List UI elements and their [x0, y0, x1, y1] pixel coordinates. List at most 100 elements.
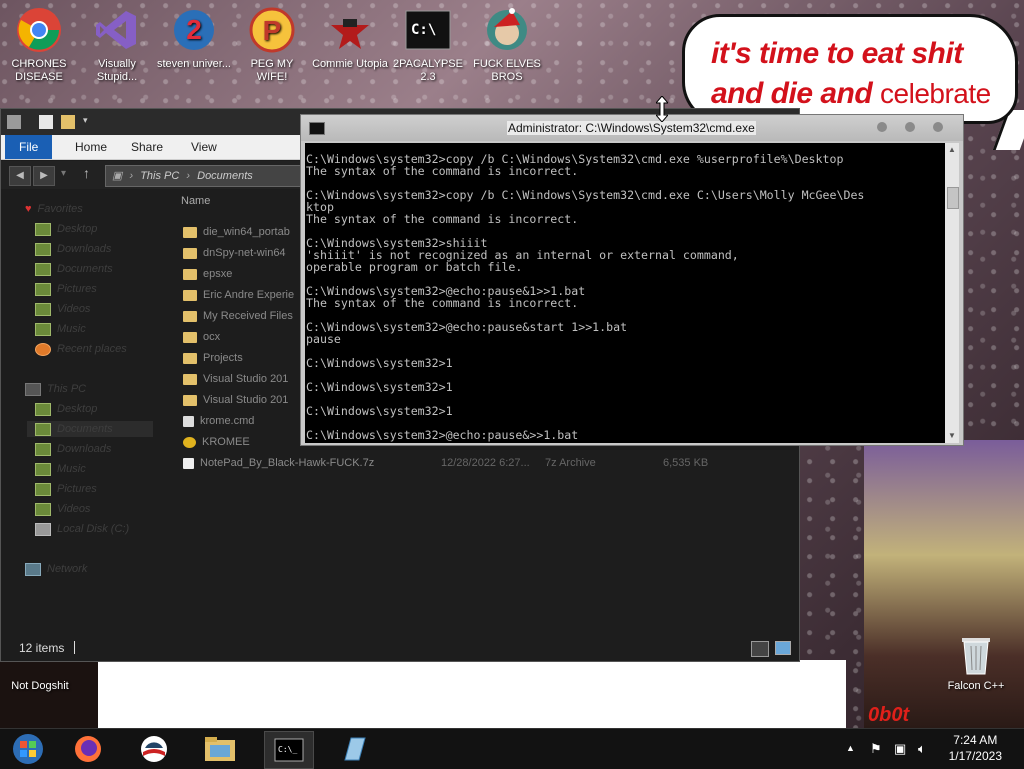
action-center-flag-icon[interactable]: ⚑	[870, 741, 882, 757]
desktop-icon-visual-studio[interactable]: Visually Stupid...	[79, 6, 155, 84]
recent-locations-icon[interactable]: ▾	[61, 168, 66, 179]
list-item[interactable]: Projects	[183, 349, 243, 367]
nav-network[interactable]: Network	[25, 561, 87, 577]
cmd-window[interactable]: Administrator: C:\Windows\System32\cmd.e…	[300, 114, 964, 446]
nav-fav-recent[interactable]: Recent places	[35, 341, 127, 357]
list-item[interactable]: epsxe	[183, 265, 232, 283]
forward-icon[interactable]: ▶	[33, 166, 55, 186]
volume-icon[interactable]: 🔈︎	[918, 741, 926, 757]
desktop-icon-commie[interactable]: Commie Utopia	[312, 6, 388, 71]
clock-date: 1/17/2023	[948, 749, 1002, 763]
close-button[interactable]	[933, 122, 943, 132]
documents-icon	[35, 262, 51, 276]
file-name: dnSpy-net-win64	[203, 247, 286, 259]
taskbar-obama[interactable]	[130, 731, 178, 767]
back-icon[interactable]: ◀	[9, 166, 31, 186]
nav-pc-local-disk[interactable]: Local Disk (C:)	[35, 521, 129, 537]
folder-icon	[183, 226, 197, 238]
navigation-pane: ♥ Favorites Desktop Downloads Documents P…	[1, 191, 171, 631]
list-item[interactable]: Eric Andre Experie	[183, 286, 294, 304]
desktop-icon-steven[interactable]: 2 steven univer...	[156, 6, 232, 71]
cmd-console[interactable]: C:\Windows\system32>copy /b C:\Windows\S…	[305, 143, 945, 443]
nav-pc-music[interactable]: Music	[35, 461, 86, 477]
list-item[interactable]: die_win64_portab	[183, 223, 290, 241]
list-item[interactable]: Visual Studio 201	[183, 391, 288, 409]
heart-icon: ♥	[25, 203, 32, 215]
resize-cursor-icon	[654, 95, 670, 123]
desktop-icon-falcon[interactable]: Falcon C++	[936, 632, 1016, 693]
nav-fav-music[interactable]: Music	[35, 321, 86, 337]
list-item[interactable]: ocx	[183, 328, 220, 346]
nav-this-pc[interactable]: This PC	[25, 381, 86, 397]
start-button[interactable]	[4, 731, 52, 767]
clock[interactable]: 7:24 AM 1/17/2023	[949, 732, 1002, 764]
maximize-button[interactable]	[905, 122, 915, 132]
desktop-icon-fuck-elves[interactable]: FUCK ELVES BROS	[469, 6, 545, 84]
file-name: epsxe	[203, 268, 233, 280]
tab-share[interactable]: Share	[117, 135, 177, 159]
cmd-scrollbar[interactable]: ▲ ▼	[945, 143, 959, 443]
desktop-icon-chrones[interactable]: CHRONES DISEASE	[1, 6, 77, 84]
up-arrow-icon[interactable]: ↑	[83, 165, 90, 181]
new-folder-icon[interactable]	[61, 115, 75, 129]
nav-pc-pictures[interactable]: Pictures	[35, 481, 97, 497]
list-item[interactable]: NotePad_By_Black-Hawk-FUCK.7z	[183, 454, 374, 472]
cmd-output: C:\Windows\system32>copy /b C:\Windows\S…	[306, 152, 865, 442]
folder-icon	[183, 247, 197, 259]
nav-label: Downloads	[57, 443, 112, 455]
nav-favorites[interactable]: ♥ Favorites	[25, 201, 83, 217]
desktop-icon-peg[interactable]: P PEG MY WIFE!	[234, 6, 310, 84]
address-bar[interactable]: ▣ › This PC › Documents	[105, 165, 307, 187]
nav-label: Downloads	[57, 243, 112, 255]
taskbar-firefox[interactable]	[64, 731, 112, 767]
customize-quick-access-icon[interactable]: ▾	[83, 115, 97, 129]
file-date: 12/28/2022 6:27...	[441, 457, 530, 469]
nav-fav-pictures[interactable]: Pictures	[35, 281, 97, 297]
list-item[interactable]: Visual Studio 201	[183, 370, 288, 388]
nav-fav-documents[interactable]: Documents	[35, 261, 113, 277]
show-hidden-icons-icon[interactable]: ▲	[846, 743, 855, 753]
nav-pc-desktop[interactable]: Desktop	[35, 401, 97, 417]
minimize-button[interactable]	[877, 122, 887, 132]
nav-fav-downloads[interactable]: Downloads	[35, 241, 111, 257]
desktop-icon-2pacalypse[interactable]: C:\ 2PACALYPSE 2.3	[390, 6, 466, 84]
taskbar-cmd[interactable]: C:\_	[264, 731, 314, 769]
list-item[interactable]: dnSpy-net-win64	[183, 244, 286, 262]
nav-pc-downloads[interactable]: Downloads	[35, 441, 111, 457]
clock-time: 7:24 AM	[953, 733, 998, 747]
breadcrumb-this-pc[interactable]: This PC	[140, 170, 179, 182]
taskbar-explorer[interactable]	[196, 731, 244, 767]
taskbar-notepad[interactable]	[330, 731, 378, 767]
scroll-up-icon[interactable]: ▲	[948, 145, 956, 154]
tab-view[interactable]: View	[177, 135, 231, 159]
desktop-icon-not-dogshit[interactable]: Not Dogshit	[0, 658, 80, 693]
pictures-icon	[35, 282, 51, 296]
scroll-thumb[interactable]	[947, 187, 959, 209]
nav-favorites-label: Favorites	[37, 203, 83, 215]
cmd-icon: C:\	[404, 6, 452, 54]
nav-fav-videos[interactable]: Videos	[35, 301, 90, 317]
details-view-icon[interactable]	[751, 641, 769, 657]
computer-icon	[25, 382, 41, 396]
folder-icon	[183, 268, 197, 280]
nav-pc-videos[interactable]: Videos	[35, 501, 90, 517]
breadcrumb-documents[interactable]: Documents	[197, 170, 253, 182]
list-item[interactable]: KROMEE	[183, 433, 250, 451]
7z-archive-icon	[183, 457, 194, 469]
properties-icon[interactable]	[39, 115, 53, 129]
scroll-down-icon[interactable]: ▼	[948, 431, 956, 440]
list-item[interactable]: My Received Files	[183, 307, 293, 325]
tab-file[interactable]: File	[5, 135, 53, 159]
network-icon[interactable]: ▣	[894, 741, 906, 757]
tab-home[interactable]: Home	[61, 135, 121, 159]
nav-fav-desktop[interactable]: Desktop	[35, 221, 97, 237]
nav-pc-documents[interactable]: Documents	[27, 421, 153, 437]
nav-label: Pictures	[57, 483, 97, 495]
file-name: die_win64_portab	[203, 226, 290, 238]
cmd-titlebar[interactable]: Administrator: C:\Windows\System32\cmd.e…	[301, 115, 963, 141]
file-name: krome.cmd	[200, 415, 255, 427]
desktop-icon-label: steven univer...	[157, 58, 231, 70]
column-header-name[interactable]: Name	[181, 195, 210, 207]
list-item[interactable]: krome.cmd	[183, 412, 254, 430]
large-icons-view-icon[interactable]	[775, 641, 791, 655]
